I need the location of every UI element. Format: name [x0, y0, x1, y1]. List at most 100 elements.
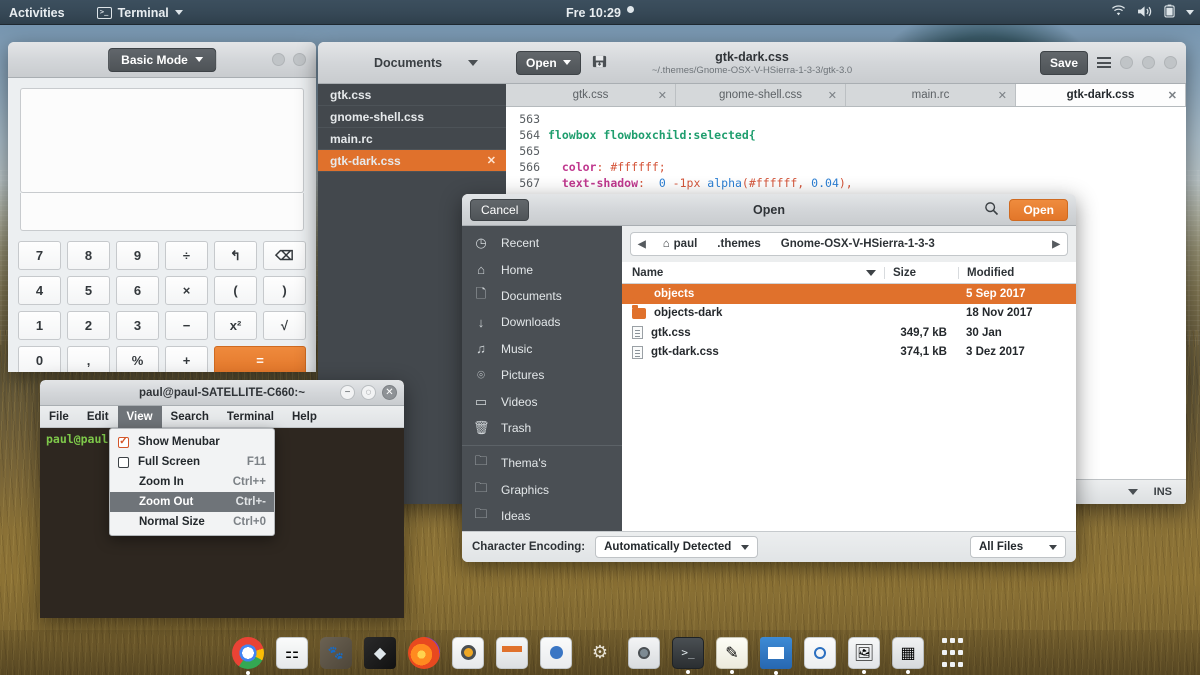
breadcrumb-prev-icon[interactable]: ◀ [631, 239, 653, 250]
close-button[interactable] [1164, 56, 1177, 69]
close-button[interactable]: ✕ [382, 385, 397, 400]
menu-item-full-screen[interactable]: Full Screen F11 [110, 452, 274, 472]
breadcrumb-next-icon[interactable]: ▶ [1045, 239, 1067, 250]
menu-edit[interactable]: Edit [78, 406, 118, 428]
open-button[interactable]: Open [516, 50, 581, 75]
tab-gnome-shell-css[interactable]: gnome-shell.css ✕ [676, 84, 846, 106]
checkbox-checked-icon[interactable]: ✓ [118, 436, 129, 448]
file-row-gtk-css[interactable]: gtk.css 349,7 kB 30 Jan [622, 323, 1076, 343]
menu-item-zoom-in[interactable]: Zoom In Ctrl++ [110, 472, 274, 492]
activities-button[interactable]: Activities [0, 0, 74, 25]
calc-key-equals[interactable]: = [214, 346, 306, 372]
calc-key-2[interactable]: 2 [67, 311, 110, 340]
close-icon[interactable]: ✕ [658, 89, 667, 102]
breadcrumb-theme-folder[interactable]: Gnome-OSX-V-HSierra-1-3-3 [771, 238, 945, 250]
close-button[interactable] [293, 53, 306, 66]
calc-key-undo[interactable]: ↰ [214, 241, 257, 270]
chevron-down-icon[interactable] [1186, 10, 1194, 15]
bookmark-themas[interactable]: 🗀 Thema's [462, 450, 622, 476]
place-videos[interactable]: ▭ Videos [462, 388, 622, 414]
place-recent[interactable]: ◷ Recent [462, 230, 622, 256]
calculator-display[interactable] [20, 88, 304, 193]
chevron-down-icon[interactable] [1127, 489, 1138, 495]
cancel-button[interactable]: Cancel [470, 198, 530, 221]
tab-gtk-dark-css[interactable]: gtk-dark.css ✕ [1016, 84, 1186, 106]
dock-item-terminal[interactable]: >_ [672, 636, 704, 674]
column-size[interactable]: Size [884, 266, 958, 279]
menu-search[interactable]: Search [162, 406, 218, 428]
column-modified[interactable]: Modified [958, 266, 1076, 279]
calc-key-divide[interactable]: ÷ [165, 241, 208, 270]
dock-item-search[interactable] [804, 636, 836, 669]
place-documents[interactable]: 🗋 Documents [462, 283, 622, 309]
maximize-button[interactable] [1142, 56, 1155, 69]
dock-item-photos[interactable]: 🖼 [848, 636, 880, 674]
menu-terminal[interactable]: Terminal [218, 406, 283, 428]
close-icon[interactable]: ✕ [487, 154, 496, 167]
calc-key-5[interactable]: 5 [67, 276, 110, 305]
dock-item-google-chrome[interactable] [232, 636, 264, 675]
dock-item-firefox[interactable] [408, 636, 440, 669]
dock-item-tweak-tool[interactable]: ⚙ [584, 637, 616, 669]
hamburger-menu-icon[interactable] [1097, 57, 1111, 68]
calc-key-8[interactable]: 8 [67, 241, 110, 270]
calc-key-open-paren[interactable]: ( [214, 276, 257, 305]
calc-key-1[interactable]: 1 [18, 311, 61, 340]
minimize-button[interactable] [1120, 56, 1133, 69]
close-icon[interactable]: ✕ [828, 89, 837, 102]
sidebar-item-gtk-css[interactable]: gtk.css [318, 84, 506, 106]
calc-key-close-paren[interactable]: ) [263, 276, 306, 305]
calc-key-backspace[interactable]: ⌫ [263, 241, 306, 270]
gedit-code-view[interactable]: 563 564 flowbox flowboxchild:selected{ 5… [506, 107, 1186, 207]
checkbox-unchecked-icon[interactable] [118, 456, 129, 468]
bookmark-ideas[interactable]: 🗀 Ideas [462, 503, 622, 529]
menu-item-normal-size[interactable]: Normal Size Ctrl+0 [110, 512, 274, 532]
calc-key-9[interactable]: 9 [116, 241, 159, 270]
gedit-documents-toggle[interactable]: Documents [318, 42, 506, 84]
calc-key-6[interactable]: 6 [116, 276, 159, 305]
calc-key-sqrt[interactable]: √ [263, 311, 306, 340]
menu-item-zoom-out[interactable]: Zoom Out Ctrl+- [110, 492, 274, 512]
place-pictures[interactable]: ⌾ Pictures [462, 362, 622, 388]
dock-item-camera[interactable] [628, 636, 660, 669]
dock-item-files[interactable] [496, 636, 528, 669]
close-icon[interactable]: ✕ [998, 89, 1007, 102]
minimize-button[interactable] [272, 53, 285, 66]
tab-main-rc[interactable]: main.rc ✕ [846, 84, 1016, 106]
place-downloads[interactable]: ↓ Downloads [462, 309, 622, 335]
calc-key-0[interactable]: 0 [18, 346, 61, 372]
file-row-objects[interactable]: objects 5 Sep 2017 [622, 284, 1076, 304]
calc-key-multiply[interactable]: × [165, 276, 208, 305]
menu-file[interactable]: File [40, 406, 78, 428]
breadcrumb-themes[interactable]: .themes [707, 238, 770, 250]
open-confirm-button[interactable]: Open [1009, 198, 1068, 221]
dock-item-gimp[interactable]: 🐾 [320, 636, 352, 669]
calculator-mode-button[interactable]: Basic Mode [108, 47, 216, 72]
dock-item-toolbox[interactable]: ⚏ [276, 636, 308, 669]
sidebar-item-main-rc[interactable]: main.rc [318, 128, 506, 150]
dock-item-notes[interactable]: ✎ [716, 636, 748, 674]
save-button[interactable]: Save [1039, 50, 1088, 75]
save-as-icon[interactable] [591, 53, 608, 73]
calc-key-decimal[interactable]: , [67, 346, 110, 372]
file-row-objects-dark[interactable]: objects-dark 18 Nov 2017 [622, 304, 1076, 324]
tab-gtk-css[interactable]: gtk.css ✕ [506, 84, 676, 106]
file-row-gtk-dark-css[interactable]: gtk-dark.css 374,1 kB 3 Dez 2017 [622, 343, 1076, 363]
sidebar-item-gtk-dark-css[interactable]: gtk-dark.css ✕ [318, 150, 506, 172]
calc-key-square[interactable]: x² [214, 311, 257, 340]
dock-item-software[interactable] [540, 636, 572, 669]
place-trash[interactable]: 🗑 Trash [462, 415, 622, 441]
place-music[interactable]: ♫ Music [462, 336, 622, 362]
dock-item-calculator[interactable]: ▦ [892, 636, 924, 674]
calc-key-percent[interactable]: % [116, 346, 159, 372]
calc-key-7[interactable]: 7 [18, 241, 61, 270]
menu-item-show-menubar[interactable]: ✓ Show Menubar [110, 432, 274, 452]
calc-key-4[interactable]: 4 [18, 276, 61, 305]
maximize-button[interactable]: ◌ [361, 385, 376, 400]
dock-item-rhythmbox[interactable] [452, 636, 484, 669]
bookmark-graphics[interactable]: 🗀 Graphics [462, 477, 622, 503]
calculator-window-buttons[interactable] [272, 53, 306, 66]
file-filter-select[interactable]: All Files [970, 536, 1066, 558]
dock-item-libreoffice-writer[interactable] [760, 636, 792, 675]
minimize-button[interactable]: − [340, 385, 355, 400]
